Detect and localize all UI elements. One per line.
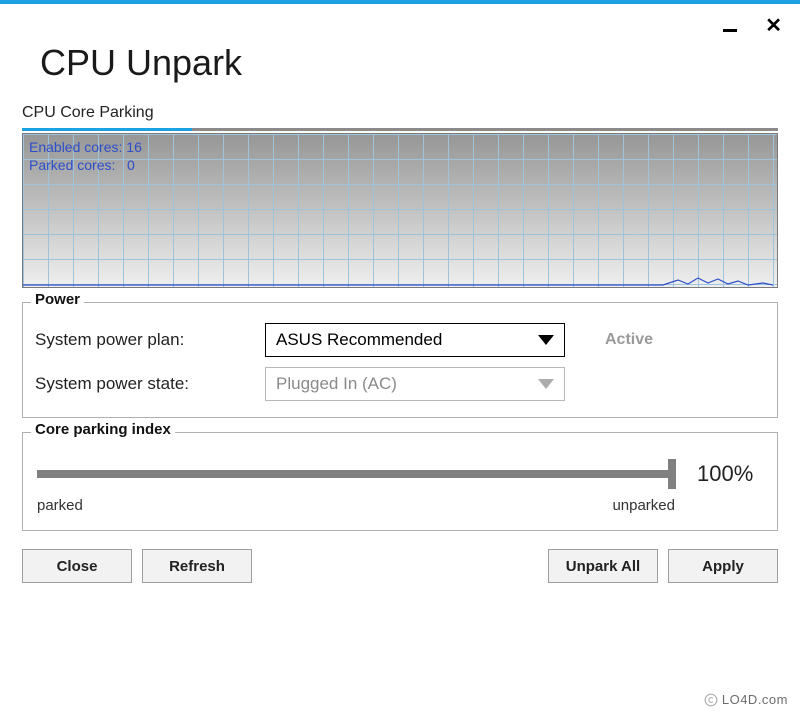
parking-slider-row: 100% xyxy=(35,447,765,493)
power-plan-select[interactable]: ASUS Recommended xyxy=(265,323,565,357)
power-state-row: System power state: Plugged In (AC) xyxy=(35,367,765,401)
power-group: Power System power plan: ASUS Recommende… xyxy=(22,302,778,418)
power-plan-value: ASUS Recommended xyxy=(276,330,442,350)
cpu-parking-section-label: CPU Core Parking xyxy=(22,104,778,122)
slider-left-label: parked xyxy=(37,497,83,514)
content-area: CPU Core Parking Enabled cores: 16 Parke… xyxy=(0,104,800,583)
chevron-down-icon xyxy=(538,335,554,345)
button-row: Close Refresh Unpark All Apply xyxy=(22,549,778,583)
apply-button[interactable]: Apply xyxy=(668,549,778,583)
slider-end-labels: parked unparked xyxy=(35,493,765,516)
power-plan-row: System power plan: ASUS Recommended Acti… xyxy=(35,323,765,357)
slider-thumb[interactable] xyxy=(668,459,676,489)
close-window-button[interactable]: ✕ xyxy=(759,14,788,38)
activity-sparkline-icon xyxy=(23,274,773,286)
active-badge: Active xyxy=(605,331,653,349)
power-plan-label: System power plan: xyxy=(35,330,265,350)
power-state-value: Plugged In (AC) xyxy=(276,374,397,394)
minimize-button[interactable] xyxy=(717,14,743,38)
enabled-cores-value: 16 xyxy=(126,139,142,155)
watermark: LO4D.com xyxy=(704,692,788,707)
copyright-icon xyxy=(704,693,718,707)
chevron-down-icon xyxy=(538,379,554,389)
app-title: CPU Unpark xyxy=(0,42,800,104)
close-button[interactable]: Close xyxy=(22,549,132,583)
enabled-cores-label: Enabled cores: xyxy=(29,139,122,155)
spacer xyxy=(262,549,538,583)
parked-cores-label: Parked cores: xyxy=(29,157,115,173)
minimize-icon xyxy=(723,18,737,32)
power-state-select: Plugged In (AC) xyxy=(265,367,565,401)
core-parking-index-title: Core parking index xyxy=(31,421,175,438)
core-parking-index-group: Core parking index 100% parked unparked xyxy=(22,432,778,531)
unpark-all-button[interactable]: Unpark All xyxy=(548,549,658,583)
watermark-text: LO4D.com xyxy=(722,692,788,707)
refresh-button[interactable]: Refresh xyxy=(142,549,252,583)
power-group-title: Power xyxy=(31,291,84,308)
power-state-label: System power state: xyxy=(35,374,265,394)
parked-cores-value: 0 xyxy=(127,157,135,173)
parking-slider-value: 100% xyxy=(697,461,763,487)
slider-right-label: unparked xyxy=(612,497,675,514)
tab-indicator xyxy=(22,128,778,131)
chart-overlay-text: Enabled cores: 16 Parked cores: 0 xyxy=(29,138,142,174)
cpu-activity-chart: Enabled cores: 16 Parked cores: 0 xyxy=(22,133,778,288)
parking-slider[interactable] xyxy=(37,470,673,478)
app-window: ✕ CPU Unpark CPU Core Parking Enabled co… xyxy=(0,0,800,713)
